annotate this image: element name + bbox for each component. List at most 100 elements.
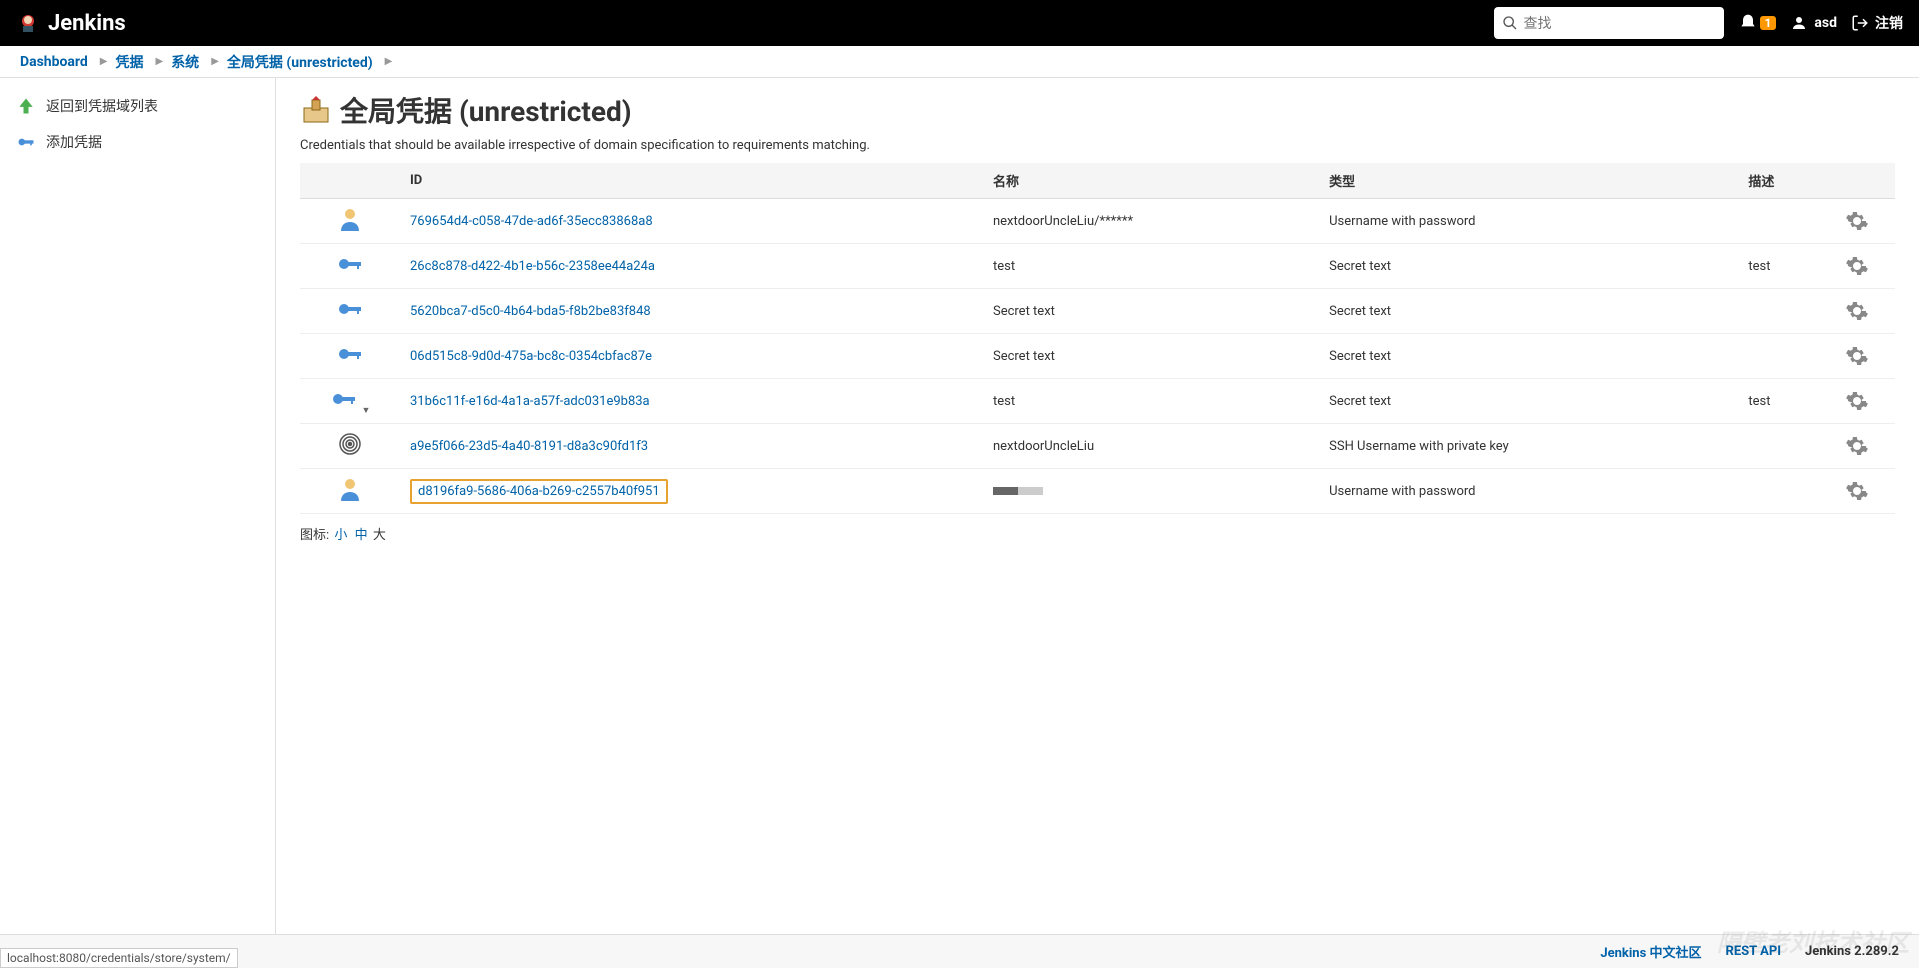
user-icon: [1790, 14, 1808, 32]
credential-desc: test: [1738, 379, 1835, 424]
credential-desc: [1738, 289, 1835, 334]
user-link[interactable]: asd: [1790, 14, 1837, 32]
credential-desc: [1738, 199, 1835, 244]
credential-desc: [1738, 424, 1835, 469]
icon-size-medium[interactable]: 中: [355, 528, 368, 543]
breadcrumb-dashboard[interactable]: Dashboard: [20, 54, 88, 70]
credentials-table: ID 名称 类型 描述 769654d4-c058-47de-ad6f-35ec…: [300, 163, 1895, 514]
credential-type: SSH Username with private key: [1319, 424, 1738, 469]
table-row: d8196fa9-5686-406a-b269-c2557b40f951 User…: [300, 469, 1895, 514]
credential-id-link[interactable]: 06d515c8-9d0d-475a-bc8c-0354cbfac87e: [410, 349, 652, 364]
credential-type: Username with password: [1319, 199, 1738, 244]
footer-version: Jenkins 2.289.2: [1805, 944, 1899, 959]
footer-community-link[interactable]: Jenkins 中文社区: [1600, 942, 1701, 961]
header-left: Jenkins: [16, 11, 126, 36]
notification-badge: 1: [1760, 16, 1777, 30]
breadcrumb: Dashboard ▶ 凭据 ▶ 系统 ▶ 全局凭据 (unrestricted…: [0, 46, 1919, 78]
credential-type-icon: ▼: [300, 379, 400, 424]
breadcrumb-system[interactable]: 系统: [171, 52, 199, 72]
help-icon[interactable]: ?: [1705, 14, 1716, 32]
th-desc[interactable]: 描述: [1738, 163, 1835, 199]
icon-size-small[interactable]: 小: [334, 528, 347, 543]
logout-icon: [1851, 14, 1869, 32]
chevron-right-icon: ▶: [155, 56, 163, 67]
icon-size-large[interactable]: 大: [373, 528, 386, 543]
gear-icon[interactable]: [1845, 299, 1885, 323]
sidebar-add-credentials[interactable]: 添加凭据: [0, 124, 275, 160]
gear-icon[interactable]: [1845, 479, 1885, 503]
credential-id-link[interactable]: 31b6c11f-e16d-4a1a-a57f-adc031e9b83a: [410, 394, 650, 409]
top-header: Jenkins ? 1 asd 注销: [0, 0, 1919, 46]
credential-type-icon: [300, 334, 400, 379]
credential-name: nextdoorUncleLiu: [983, 424, 1319, 469]
th-id[interactable]: ID: [400, 163, 983, 199]
credential-name: Secret text: [983, 289, 1319, 334]
gear-icon[interactable]: [1845, 344, 1885, 368]
icon-size-label: 图标:: [300, 528, 329, 543]
header-right: ? 1 asd 注销: [1494, 7, 1903, 39]
credential-name: test: [983, 379, 1319, 424]
th-name[interactable]: 名称: [983, 163, 1319, 199]
key-icon: [16, 132, 36, 152]
chevron-right-icon: ▶: [211, 56, 219, 67]
search-icon: [1502, 15, 1518, 31]
table-row: a9e5f066-23d5-4a40-8191-d8a3c90fd1f3 next…: [300, 424, 1895, 469]
chevron-right-icon: ▶: [385, 56, 393, 67]
credential-type-icon: [300, 469, 400, 514]
credential-id-link[interactable]: d8196fa9-5686-406a-b269-c2557b40f951: [410, 479, 668, 504]
domain-icon: [300, 94, 332, 126]
credential-id-link[interactable]: a9e5f066-23d5-4a40-8191-d8a3c90fd1f3: [410, 439, 648, 454]
credential-name: Secret text: [983, 334, 1319, 379]
sidebar-back-link[interactable]: 返回到凭据域列表: [0, 88, 275, 124]
notification-bell[interactable]: 1: [1738, 13, 1777, 33]
credential-type-icon: [300, 289, 400, 334]
credential-type: Secret text: [1319, 334, 1738, 379]
logout-label: 注销: [1875, 13, 1903, 33]
user-name: asd: [1814, 15, 1837, 31]
gear-icon[interactable]: [1845, 389, 1885, 413]
credential-name: nextdoorUncleLiu/******: [983, 199, 1319, 244]
credential-id-link[interactable]: 26c8c878-d422-4b1e-b56c-2358ee44a24a: [410, 259, 655, 274]
footer: Jenkins 中文社区 REST API Jenkins 2.289.2: [0, 934, 1919, 968]
table-row: 769654d4-c058-47de-ad6f-35ecc83868a8 next…: [300, 199, 1895, 244]
credential-type: Secret text: [1319, 244, 1738, 289]
table-row: 5620bca7-d5c0-4b64-bda5-f8b2be83f848 Secr…: [300, 289, 1895, 334]
brand-link[interactable]: Jenkins: [48, 11, 126, 36]
credential-desc: [1738, 334, 1835, 379]
credential-type-icon: [300, 199, 400, 244]
gear-icon[interactable]: [1845, 434, 1885, 458]
chevron-down-icon[interactable]: ▼: [362, 406, 371, 416]
credential-desc: test: [1738, 244, 1835, 289]
icon-size-selector: 图标: 小 中 大: [300, 524, 1895, 543]
th-icon: [300, 163, 400, 199]
credential-type-icon: [300, 244, 400, 289]
page-description: Credentials that should be available irr…: [300, 138, 1895, 153]
credential-type: Secret text: [1319, 379, 1738, 424]
search-input[interactable]: [1524, 15, 1705, 31]
masked-text: [993, 487, 1043, 495]
th-type[interactable]: 类型: [1319, 163, 1738, 199]
jenkins-logo-icon[interactable]: [16, 11, 40, 35]
credential-type: Secret text: [1319, 289, 1738, 334]
sidebar: 返回到凭据域列表 添加凭据: [0, 78, 276, 934]
footer-rest-api-link[interactable]: REST API: [1726, 944, 1782, 959]
table-row: ▼ 31b6c11f-e16d-4a1a-a57f-adc031e9b83a tes…: [300, 379, 1895, 424]
chevron-right-icon: ▶: [100, 56, 108, 67]
credential-desc: [1738, 469, 1835, 514]
search-box: ?: [1494, 7, 1724, 39]
credential-id-link[interactable]: 769654d4-c058-47de-ad6f-35ecc83868a8: [410, 214, 653, 229]
main-content: 全局凭据 (unrestricted) Credentials that sho…: [276, 78, 1919, 934]
credential-name: test: [983, 244, 1319, 289]
sidebar-add-label: 添加凭据: [46, 132, 102, 152]
credential-id-link[interactable]: 5620bca7-d5c0-4b64-bda5-f8b2be83f848: [410, 304, 651, 319]
credential-type-icon: [300, 424, 400, 469]
credential-type: Username with password: [1319, 469, 1738, 514]
gear-icon[interactable]: [1845, 209, 1885, 233]
breadcrumb-credentials[interactable]: 凭据: [115, 52, 143, 72]
logout-link[interactable]: 注销: [1851, 13, 1903, 33]
sidebar-back-label: 返回到凭据域列表: [46, 96, 158, 116]
credential-name: [983, 469, 1319, 514]
gear-icon[interactable]: [1845, 254, 1885, 278]
page-title-text: 全局凭据 (unrestricted): [340, 90, 632, 130]
breadcrumb-global[interactable]: 全局凭据 (unrestricted): [227, 52, 373, 72]
